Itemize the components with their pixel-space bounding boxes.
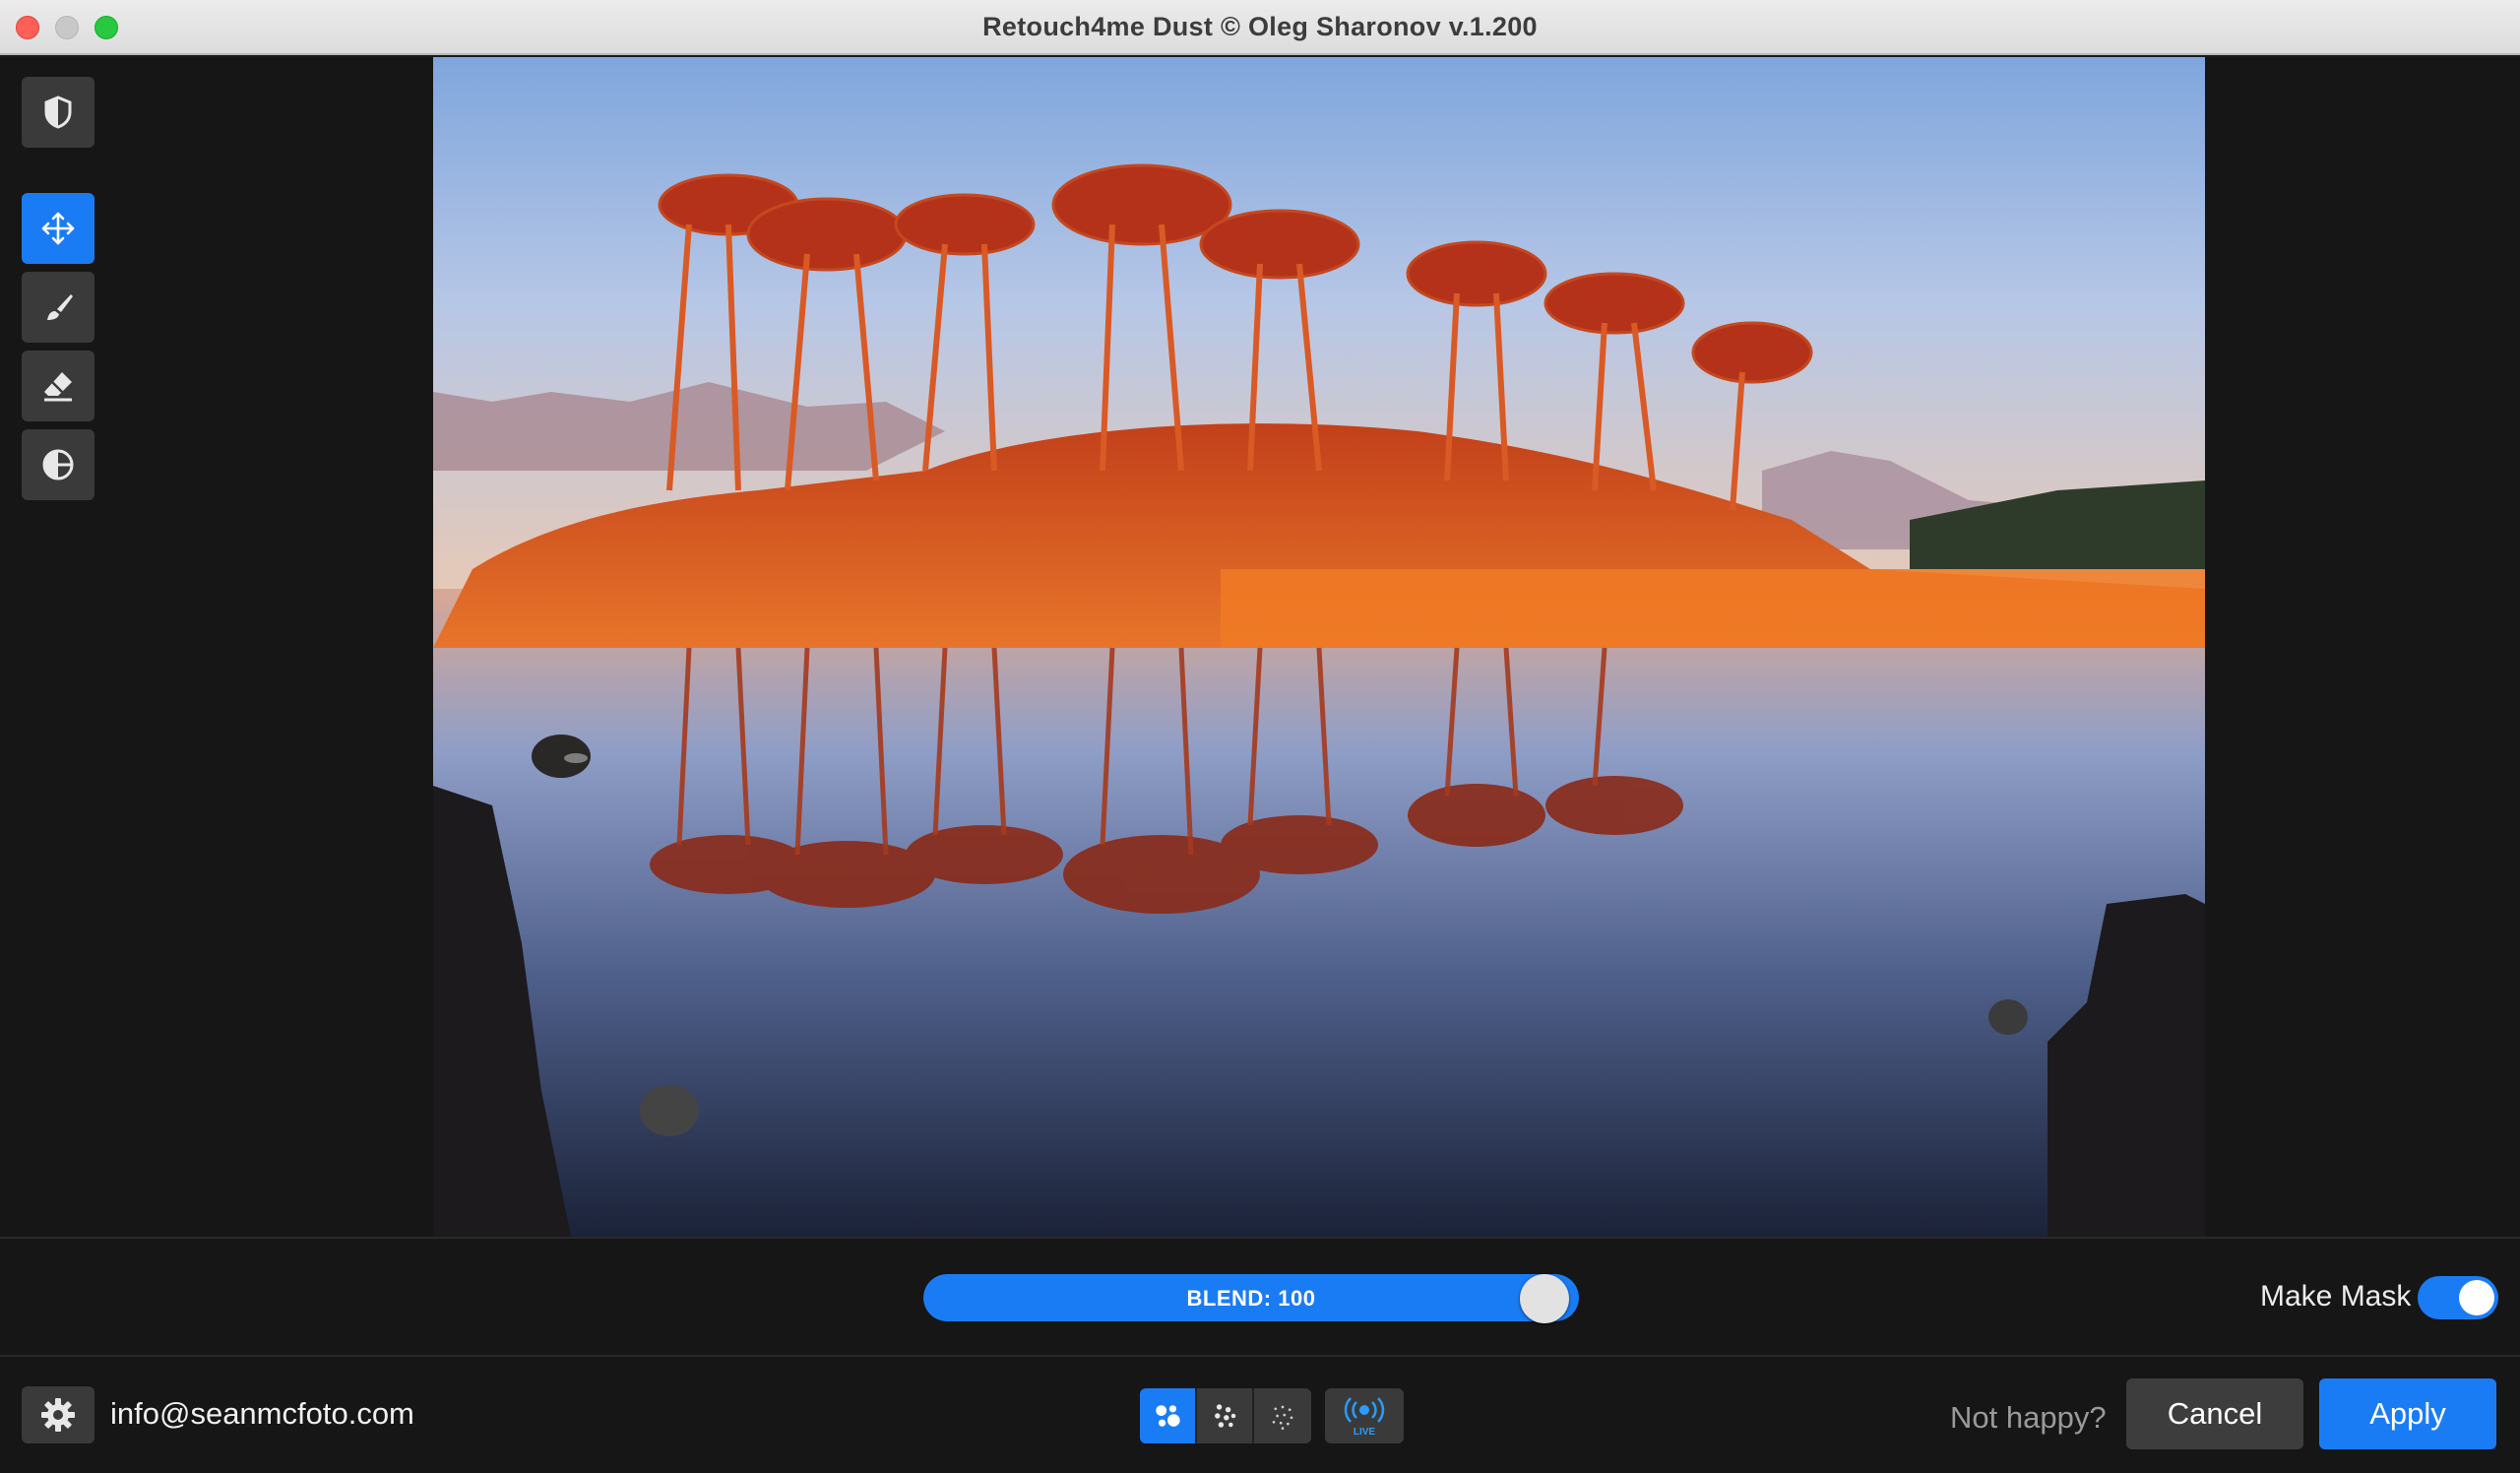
window-title: Retouch4me Dust © Oleg Sharonov v.1.200 <box>982 12 1538 41</box>
detection-mode-group <box>1140 1388 1311 1443</box>
make-mask-label: Make Mask <box>2260 1280 2412 1313</box>
half-circle-icon <box>42 449 74 480</box>
not-happy-link[interactable]: Not happy? <box>1950 1400 2107 1436</box>
live-preview-button[interactable]: LIVE <box>1325 1388 1404 1443</box>
blend-row: BLEND: 100 Make Mask <box>0 1237 2520 1355</box>
cancel-button[interactable]: Cancel <box>2126 1378 2303 1449</box>
small-dots-icon <box>1272 1405 1293 1430</box>
brush-tool-button[interactable] <box>22 272 94 343</box>
blend-slider-knob[interactable] <box>1520 1274 1569 1323</box>
medium-dots-icon <box>1215 1404 1236 1428</box>
live-broadcast-icon: LIVE <box>1344 1397 1385 1438</box>
mode-large-button[interactable] <box>1140 1388 1197 1443</box>
make-mask-toggle[interactable] <box>2418 1276 2498 1319</box>
shield-icon <box>44 96 72 129</box>
apply-button[interactable]: Apply <box>2319 1378 2496 1449</box>
account-email: info@seanmcfoto.com <box>110 1396 414 1431</box>
bottom-bar: info@seanmcfoto.com LIVE Not happy? Canc… <box>0 1355 2520 1473</box>
eraser-tool-button[interactable] <box>22 351 94 421</box>
live-label: LIVE <box>1354 1427 1376 1438</box>
move-arrows-icon <box>41 212 75 245</box>
workspace <box>0 57 2520 1237</box>
blend-label: BLEND: 100 <box>1186 1286 1316 1311</box>
large-dots-icon <box>1156 1405 1180 1427</box>
move-tool-button[interactable] <box>22 193 94 264</box>
mode-small-button[interactable] <box>1254 1388 1311 1443</box>
mode-medium-button[interactable] <box>1197 1388 1254 1443</box>
gear-icon <box>41 1398 75 1432</box>
blend-slider[interactable]: BLEND: 100 <box>923 1274 1579 1321</box>
make-mask-toggle-knob <box>2459 1280 2494 1315</box>
settings-button[interactable] <box>22 1386 94 1443</box>
title-bar: Retouch4me Dust © Oleg Sharonov v.1.200 <box>0 0 2520 55</box>
shield-tool-button[interactable] <box>22 77 94 148</box>
landscape-photo <box>433 57 2205 1237</box>
photo-canvas[interactable] <box>433 57 2205 1237</box>
brush-icon <box>47 294 73 320</box>
compare-tool-button[interactable] <box>22 429 94 500</box>
eraser-icon <box>44 372 72 402</box>
